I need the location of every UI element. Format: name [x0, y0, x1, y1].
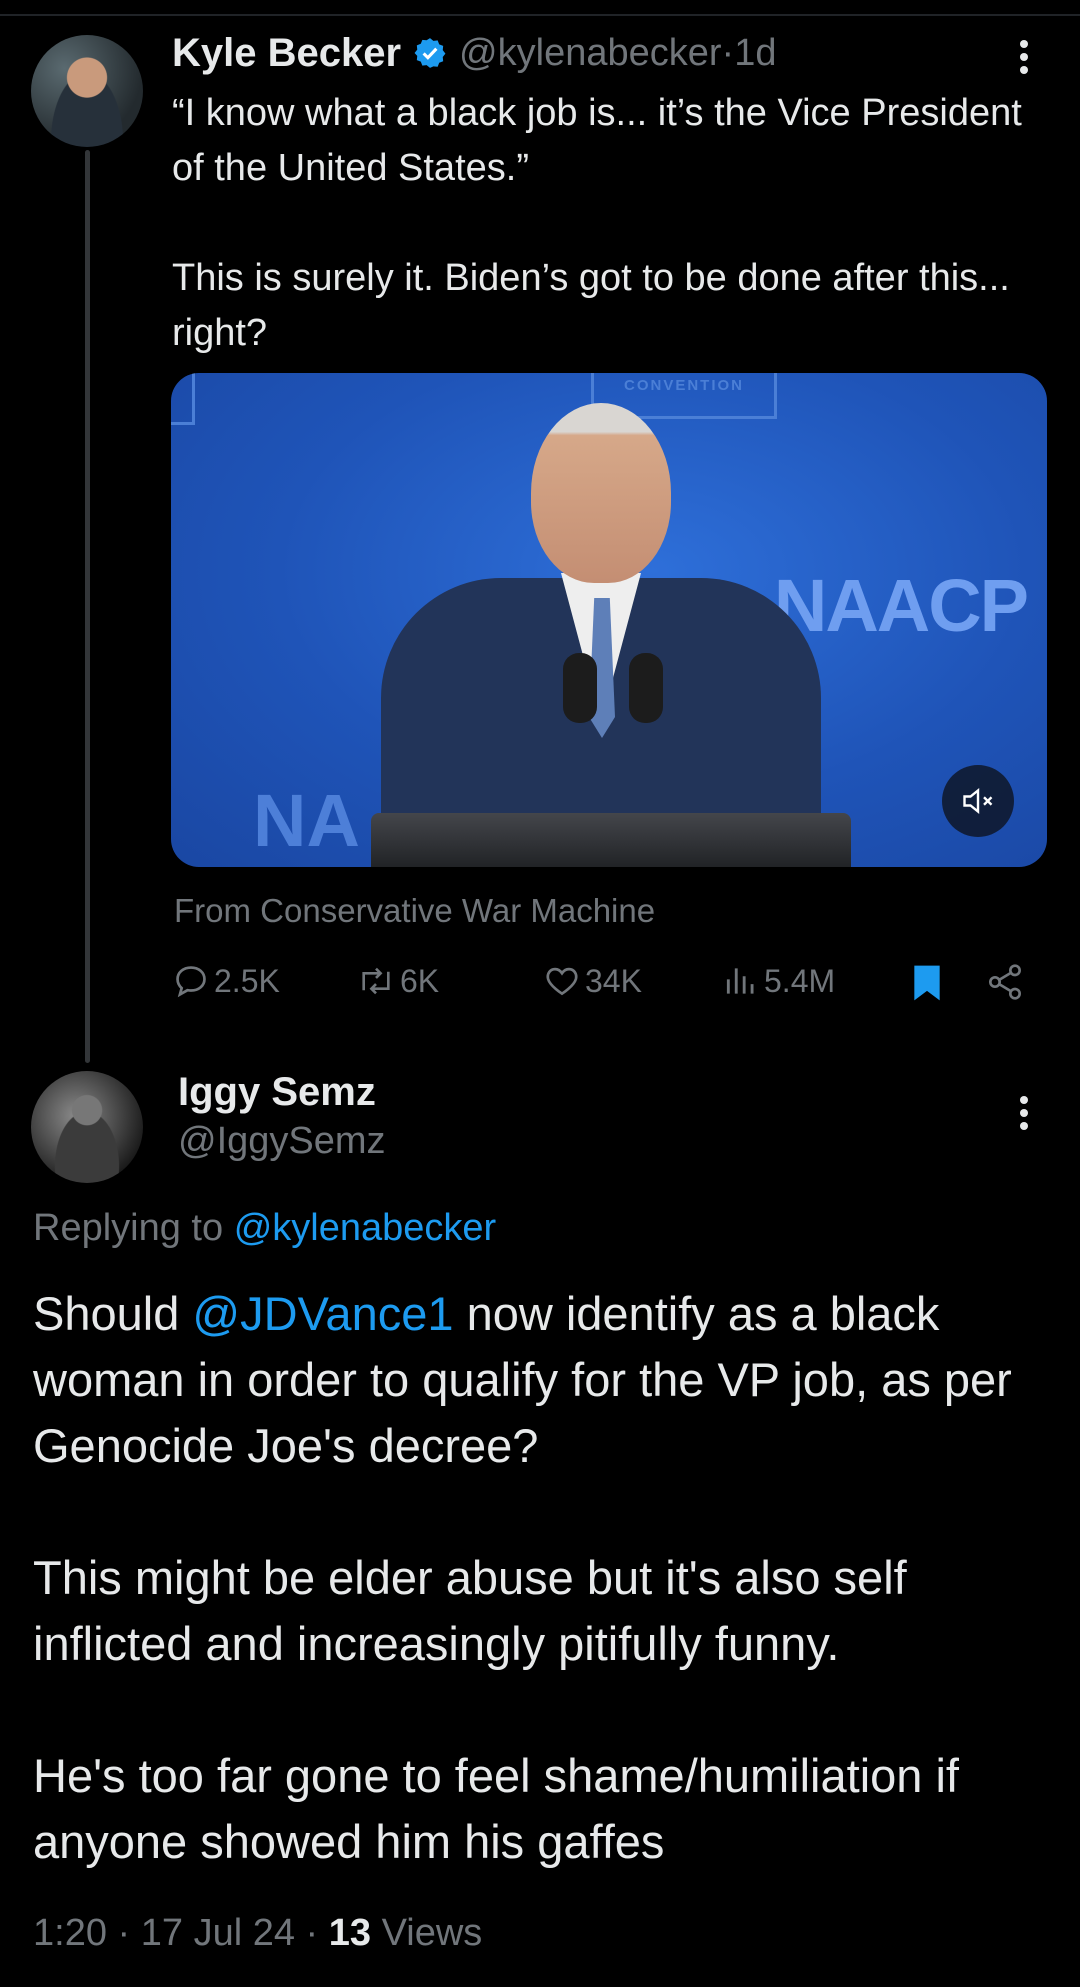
views-icon — [726, 968, 754, 994]
reply-text-paragraph: He's too far gone to feel shame/humiliat… — [33, 1749, 959, 1868]
reply-icon — [176, 966, 206, 998]
speaker-head — [531, 403, 671, 583]
author-handle[interactable]: @kylenabecker — [459, 32, 721, 75]
bookmark-button[interactable] — [908, 962, 950, 1004]
tweet-meta: 1:20 · 17 Jul 24 · 13 Views — [33, 1912, 482, 1955]
bookmark-icon — [914, 965, 940, 1001]
text-segment: now identify as a black woman in order t… — [33, 1287, 1012, 1472]
replying-to: Replying to @kylenabecker — [33, 1207, 496, 1250]
stage-frame — [171, 373, 195, 425]
views-count: 5.4M — [764, 962, 836, 999]
time-separator: · — [721, 31, 735, 74]
views-number: 13 — [328, 1912, 372, 1954]
tweet-text-paragraph: “I know what a black job is... it’s the … — [172, 92, 1022, 189]
post-date[interactable]: 17 Jul 24 — [141, 1912, 295, 1954]
thread-connector-line — [85, 150, 90, 1063]
reply-button[interactable]: 2.5K — [172, 962, 280, 1000]
author-name[interactable]: Iggy Semz — [178, 1070, 376, 1115]
tweet-text: “I know what a black job is... it’s the … — [172, 86, 1032, 361]
tweet-text-paragraph: This is surely it. Biden’s got to be don… — [172, 257, 1010, 354]
like-icon — [546, 967, 578, 996]
reply-text-paragraph: Should @JDVance1 now identify as a black… — [33, 1281, 1053, 1479]
avatar[interactable] — [31, 1071, 143, 1183]
video-player[interactable]: CONVENTION NAACP NA — [171, 373, 1047, 867]
share-icon — [989, 964, 1021, 1000]
author-name[interactable]: Kyle Becker — [172, 31, 401, 76]
reply-text: Should @JDVance1 now identify as a black… — [33, 1281, 1053, 1875]
video-source: From Conservative War Machine — [174, 892, 655, 930]
share-button[interactable] — [985, 962, 1029, 1002]
repost-count: 6K — [400, 962, 440, 999]
like-button[interactable]: 34K — [543, 962, 642, 1000]
tweet-age[interactable]: 1d — [734, 32, 776, 75]
author-handle[interactable]: @IggySemz — [178, 1120, 386, 1163]
avatar[interactable] — [31, 35, 143, 147]
text-segment: Should — [33, 1287, 180, 1340]
meta-separator: · — [106, 1912, 141, 1954]
source-prefix: From — [174, 892, 251, 929]
views-button[interactable]: 5.4M — [722, 962, 835, 1000]
repost-button[interactable]: 6K — [356, 962, 439, 1000]
replying-prefix: Replying to — [33, 1207, 224, 1249]
microphone — [563, 653, 597, 723]
post-time[interactable]: 1:20 — [33, 1912, 107, 1954]
mute-button[interactable] — [942, 765, 1014, 837]
more-icon[interactable] — [1017, 40, 1031, 79]
more-icon[interactable] — [1017, 1096, 1031, 1135]
banner-left-text: NA — [253, 779, 360, 862]
replying-handle-link[interactable]: @kylenabecker — [234, 1207, 496, 1249]
source-name[interactable]: Conservative War Machine — [260, 892, 655, 929]
repost-icon — [362, 967, 390, 995]
reply-text-paragraph: This might be elder abuse but it's also … — [33, 1551, 907, 1670]
verified-badge-icon — [414, 38, 446, 68]
top-divider — [0, 14, 1080, 16]
banner-right-text: NAACP — [773, 564, 1029, 647]
views-label: Views — [381, 1912, 483, 1954]
mention-link[interactable]: @JDVance1 — [192, 1287, 453, 1340]
like-count: 34K — [585, 962, 642, 999]
tweet-header: Kyle Becker @kylenabecker · 1d — [172, 28, 776, 78]
microphone — [629, 653, 663, 723]
reply-count: 2.5K — [214, 962, 280, 999]
podium — [371, 813, 851, 867]
meta-separator: · — [294, 1912, 329, 1954]
mute-icon — [963, 788, 993, 814]
